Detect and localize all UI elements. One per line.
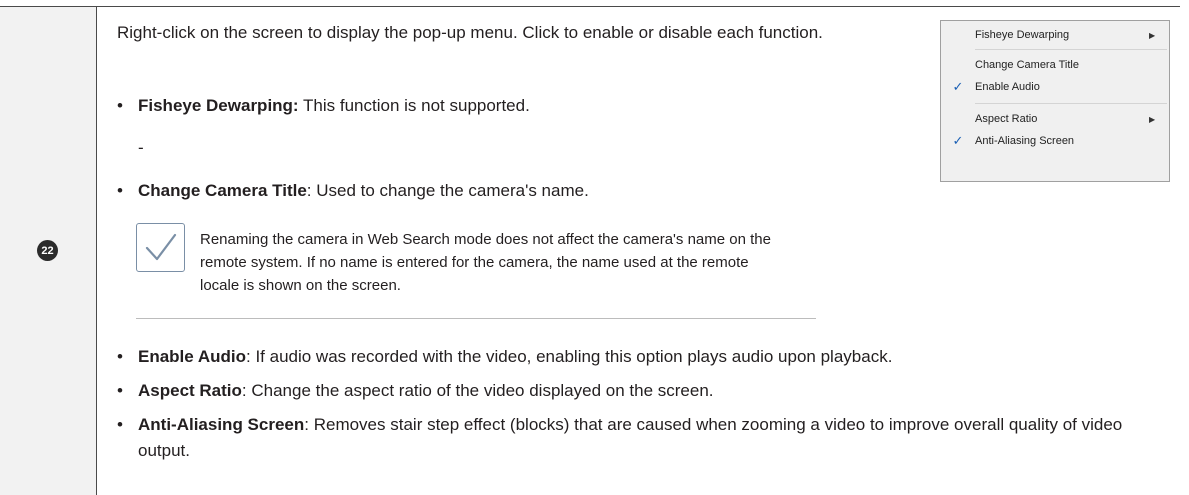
menu-item-enable-audio[interactable]: ✓ Enable Audio (941, 76, 1169, 98)
menu-item-label: Change Camera Title (975, 59, 1079, 71)
submenu-arrow-icon: ▶ (1149, 30, 1156, 40)
submenu-arrow-icon: ▶ (1149, 114, 1156, 124)
bullet-dot: • (117, 181, 123, 200)
bullet-desc: : Used to change the camera's name. (306, 181, 589, 200)
menu-separator (975, 49, 1167, 50)
bullet-desc: : Change the aspect ratio of the video d… (241, 381, 714, 400)
column-divider (96, 7, 97, 495)
bullet-dot: • (117, 381, 123, 400)
top-rule (0, 6, 1180, 7)
bullet-dot: • (117, 96, 123, 115)
check-icon: ✓ (952, 79, 964, 94)
bullet-item: • Anti-Aliasing Screen: Removes stair st… (117, 412, 1178, 464)
menu-item-aspect-ratio[interactable]: Aspect Ratio ▶ (941, 108, 1169, 130)
step-number-badge: 22 (37, 240, 58, 261)
note-text: Renaming the camera in Web Search mode d… (200, 231, 771, 294)
checkmark-note-icon (136, 223, 185, 272)
bullet-item: • Aspect Ratio: Change the aspect ratio … (117, 378, 1178, 404)
menu-item-change-camera-title[interactable]: Change Camera Title (941, 54, 1169, 76)
bullet-term: Anti-Aliasing Screen (138, 415, 305, 434)
bullet-dot: • (117, 347, 123, 366)
bullet-item: • Enable Audio: If audio was recorded wi… (117, 344, 1178, 370)
bullet-term: Enable Audio (138, 347, 246, 366)
menu-item-label: Aspect Ratio (975, 113, 1038, 125)
menu-item-fisheye-dewarping[interactable]: Fisheye Dewarping ▶ (941, 24, 1169, 46)
bullet-term: Change Camera Title (138, 181, 307, 200)
bullet-dot: • (117, 415, 123, 434)
menu-item-anti-aliasing-screen[interactable]: ✓ Anti-Aliasing Screen (941, 130, 1169, 152)
menu-item-label: Enable Audio (975, 81, 1040, 93)
bullet-desc: : If audio was recorded with the video, … (246, 347, 893, 366)
check-icon: ✓ (952, 133, 964, 148)
bullet-desc: This function is not supported. (298, 96, 530, 115)
menu-item-label: Anti-Aliasing Screen (975, 135, 1075, 147)
dash-line: - (138, 138, 144, 157)
note-divider (136, 318, 816, 319)
menu-separator (975, 103, 1167, 104)
intro-text: Right-click on the screen to display the… (117, 23, 823, 42)
bullet-term: Fisheye Dewarping: (138, 96, 299, 115)
bullet-term: Aspect Ratio (138, 381, 242, 400)
context-menu-screenshot: Fisheye Dewarping ▶ Change Camera Title … (940, 20, 1170, 182)
menu-item-label: Fisheye Dewarping (975, 29, 1070, 41)
